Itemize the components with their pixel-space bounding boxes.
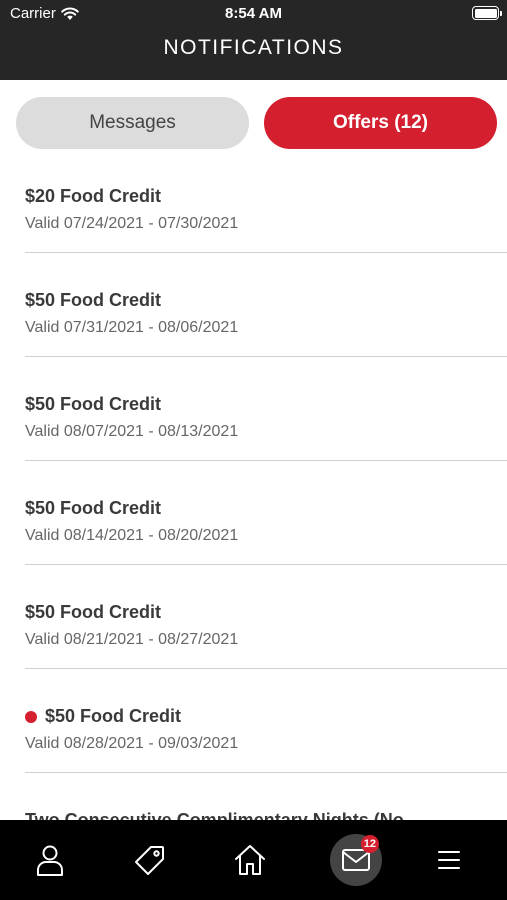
offer-validity: Valid 07/31/2021 - 08/06/2021 bbox=[25, 319, 239, 336]
offer-validity: Valid 08/28/2021 - 09/03/2021 bbox=[25, 735, 239, 752]
list-item[interactable]: $50 Food Credit Valid 08/07/2021 - 08/13… bbox=[25, 357, 507, 461]
app-header: Carrier 8:54 AM NOTIFICATIONS bbox=[0, 0, 507, 80]
notification-tabs: Messages Offers (12) bbox=[16, 97, 497, 149]
list-item[interactable]: $20 Food Credit Valid 07/24/2021 - 07/30… bbox=[25, 149, 507, 253]
unread-dot-icon bbox=[25, 710, 37, 723]
tag-icon bbox=[135, 846, 164, 875]
page-title: NOTIFICATIONS bbox=[163, 36, 344, 59]
hamburger-menu-icon bbox=[438, 851, 460, 869]
list-item[interactable]: $50 Food Credit Valid 08/14/2021 - 08/20… bbox=[25, 461, 507, 565]
nav-menu-button[interactable] bbox=[424, 835, 474, 885]
home-icon bbox=[235, 845, 265, 875]
offer-validity: Valid 08/21/2021 - 08/27/2021 bbox=[25, 631, 239, 648]
offer-validity: Valid 08/14/2021 - 08/20/2021 bbox=[25, 527, 239, 544]
nav-home-button[interactable] bbox=[225, 835, 275, 885]
offer-title: $50 Food Credit bbox=[25, 290, 162, 310]
offer-title: $50 Food Credit bbox=[25, 602, 162, 622]
offer-title: Two Consecutive Complimentary Nights (No bbox=[25, 810, 404, 820]
offer-title: $20 Food Credit bbox=[25, 186, 162, 206]
list-item[interactable]: Two Consecutive Complimentary Nights (No bbox=[25, 773, 507, 820]
nav-offers-button[interactable] bbox=[125, 835, 175, 885]
status-bar: Carrier 8:54 AM bbox=[0, 0, 507, 28]
offer-validity: Valid 08/07/2021 - 08/13/2021 bbox=[25, 423, 239, 440]
list-item[interactable]: $50 Food Credit Valid 07/31/2021 - 08/06… bbox=[25, 253, 507, 357]
nav-profile-button[interactable] bbox=[25, 835, 75, 885]
offers-list: $20 Food Credit Valid 07/24/2021 - 07/30… bbox=[25, 149, 507, 820]
offer-title: $50 Food Credit bbox=[25, 394, 162, 414]
offer-validity: Valid 07/24/2021 - 07/30/2021 bbox=[25, 215, 239, 232]
list-item[interactable]: $50 Food Credit Valid 08/21/2021 - 08/27… bbox=[25, 565, 507, 669]
clock: 8:54 AM bbox=[225, 5, 282, 22]
person-icon bbox=[37, 845, 63, 876]
list-item[interactable]: $50 Food Credit Valid 08/28/2021 - 09/03… bbox=[25, 669, 507, 773]
tab-offers[interactable]: Offers (12) bbox=[264, 97, 497, 149]
offer-title: $50 Food Credit bbox=[25, 498, 162, 518]
tab-messages[interactable]: Messages bbox=[16, 97, 249, 149]
bottom-nav: 12 bbox=[0, 820, 507, 900]
battery-icon bbox=[472, 6, 502, 20]
inbox-count-badge: 12 bbox=[360, 835, 379, 853]
nav-inbox-button[interactable]: 12 bbox=[330, 834, 382, 886]
offer-title: $50 Food Credit bbox=[45, 706, 182, 726]
